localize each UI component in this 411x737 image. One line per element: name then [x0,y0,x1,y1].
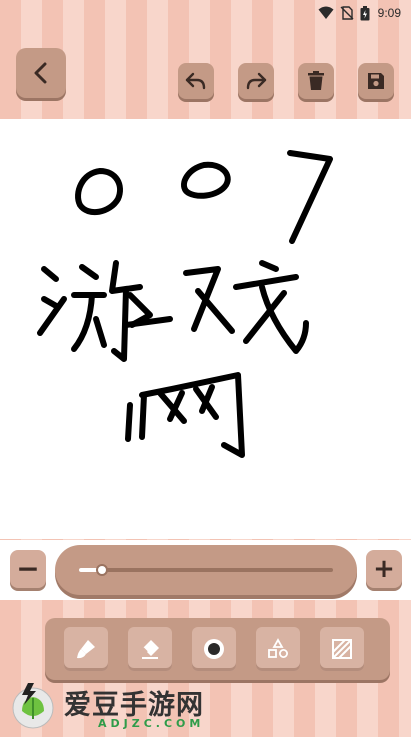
increase-size-button[interactable]: + [366,550,402,588]
save-icon [368,73,384,89]
shapes-icon [268,638,288,658]
brush-size-row: − + [0,540,411,600]
decrease-size-button[interactable]: − [10,550,46,588]
brush-icon [77,640,95,659]
slider-thumb[interactable] [95,564,108,576]
status-bar: 9:09 [0,0,411,26]
save-button[interactable] [358,63,394,99]
brush-size-slider[interactable] [55,545,357,595]
pattern-icon [332,639,352,659]
plus-icon: + [373,554,395,584]
redo-button[interactable] [238,63,274,99]
delete-button[interactable] [298,63,334,99]
drawing-strokes [37,150,333,458]
chevron-left-icon [34,62,47,84]
watermark-logo-icon [12,683,54,729]
redo-icon [246,72,267,90]
battery-icon [360,5,370,20]
undo-icon [185,72,206,90]
tool-pattern[interactable] [320,627,364,671]
drawing-canvas[interactable] [0,119,411,539]
watermark: 爱豆手游网 ADJZC.COM [8,677,268,735]
brush-dot-icon [204,639,224,659]
tool-brush-dot[interactable] [192,627,236,671]
tool-eraser[interactable] [128,627,172,671]
wifi-icon [318,6,334,19]
slider-track [79,564,333,576]
tool-shapes[interactable] [256,627,300,671]
trash-icon [308,71,324,90]
minus-icon: − [16,552,40,585]
tool-brush[interactable] [64,627,108,671]
status-time: 9:09 [377,6,401,20]
no-sim-icon [340,6,354,20]
eraser-icon [142,640,159,659]
undo-button[interactable] [178,63,214,99]
watermark-subtitle: ADJZC.COM [98,717,205,730]
tool-tray [45,618,390,680]
back-button[interactable] [16,48,66,98]
